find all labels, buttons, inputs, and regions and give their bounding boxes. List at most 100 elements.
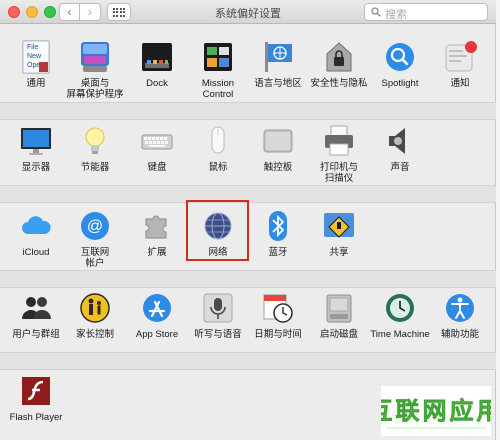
icloud-icon	[19, 209, 53, 243]
pref-extensions[interactable]: 扩展	[124, 209, 190, 258]
svg-text:New: New	[27, 53, 42, 60]
pref-label: 互联网 帐户	[80, 247, 110, 269]
pref-startup-disk[interactable]: 启动磁盘	[306, 291, 372, 340]
pref-app-store[interactable]: App Store	[124, 291, 190, 340]
flash-player-icon	[19, 374, 53, 408]
pref-label: Spotlight	[381, 78, 419, 89]
pref-language-region[interactable]: 语言与地区	[245, 40, 311, 89]
pref-label: iCloud	[22, 247, 50, 258]
pref-mission-control[interactable]: Mission Control	[185, 40, 251, 100]
time-machine-icon	[383, 291, 417, 325]
general-icon: File New Ope	[19, 40, 53, 74]
pref-label: 鼠标	[208, 162, 228, 173]
energy-saver-icon	[78, 124, 112, 158]
pref-accessibility[interactable]: 辅助功能	[427, 291, 493, 340]
pref-printers-scanners[interactable]: 打印机与 扫描仪	[306, 124, 372, 184]
watermark-title: 互联网应用	[381, 397, 491, 425]
background-strip	[496, 0, 500, 440]
pref-label: 听写与语音	[194, 329, 242, 340]
pref-dictation-speech[interactable]: 听写与语音	[185, 291, 251, 340]
pref-users-groups[interactable]: 用户与群组	[3, 291, 69, 340]
pref-label: 扩展	[147, 247, 167, 258]
search-placeholder: 搜索	[385, 9, 407, 21]
accessibility-icon	[443, 291, 477, 325]
pref-label: 日期与时间	[254, 329, 302, 340]
pref-label: 键盘	[147, 162, 167, 173]
pref-label: 触控板	[263, 162, 293, 173]
printers-scanners-icon	[322, 124, 356, 158]
pref-label: 用户与群组	[12, 329, 60, 340]
pref-sound[interactable]: 声音	[367, 124, 433, 173]
extensions-icon	[140, 209, 174, 243]
pref-label: 共享	[329, 247, 349, 258]
desktop-screensaver-icon	[78, 40, 112, 74]
pref-date-time[interactable]: 日期与时间	[245, 291, 311, 340]
pref-label: 显示器	[21, 162, 51, 173]
pref-displays[interactable]: 显示器	[3, 124, 69, 173]
pref-dock[interactable]: Dock	[124, 40, 190, 89]
section-separator	[0, 352, 496, 370]
trackpad-icon	[261, 124, 295, 158]
users-groups-icon	[19, 291, 53, 325]
pref-parental-controls[interactable]: 家长控制	[62, 291, 128, 340]
pref-label: 声音	[390, 162, 410, 173]
startup-disk-icon	[322, 291, 356, 325]
svg-text:Ope: Ope	[27, 62, 40, 69]
dock-icon	[140, 40, 174, 74]
pref-keyboard[interactable]: 键盘	[124, 124, 190, 173]
svg-text:@: @	[87, 218, 103, 235]
pref-spotlight[interactable]: Spotlight	[367, 40, 433, 89]
sound-icon	[383, 124, 417, 158]
watermark-logo-icon: 互联网应用	[368, 386, 500, 436]
pref-label: 节能器	[80, 162, 110, 173]
pref-time-machine[interactable]: Time Machine	[367, 291, 433, 340]
pref-label: 桌面与 屏幕保护程序	[66, 78, 124, 100]
bluetooth-icon	[261, 209, 295, 243]
search-icon	[371, 7, 381, 17]
section-separator	[0, 102, 496, 120]
search-field[interactable]: 搜索	[364, 3, 488, 21]
parental-controls-icon	[78, 291, 112, 325]
pref-trackpad[interactable]: 触控板	[245, 124, 311, 173]
pref-label: 家长控制	[75, 329, 114, 340]
keyboard-icon	[140, 124, 174, 158]
pref-internet-accounts[interactable]: @ 互联网 帐户	[62, 209, 128, 269]
pref-label: 辅助功能	[440, 329, 479, 340]
pref-label: 打印机与 扫描仪	[319, 162, 358, 184]
pref-label: 语言与地区	[254, 78, 302, 89]
mission-control-icon	[201, 40, 235, 74]
pref-label: App Store	[135, 329, 179, 340]
notifications-icon	[443, 40, 477, 74]
pref-notifications[interactable]: 通知	[427, 40, 493, 89]
pref-label: Time Machine	[370, 329, 430, 340]
security-privacy-icon	[322, 40, 356, 74]
pref-desktop-screensaver[interactable]: 桌面与 屏幕保护程序	[62, 40, 128, 100]
mouse-icon	[201, 124, 235, 158]
app-store-icon	[140, 291, 174, 325]
network-highlight-box	[186, 200, 249, 261]
pref-bluetooth[interactable]: 蓝牙	[245, 209, 311, 258]
system-preferences-window: ‹ › 系统偏好设置 搜索 File New Ope 通用 桌面与 屏幕保护程序…	[0, 0, 496, 440]
dictation-speech-icon	[201, 291, 235, 325]
displays-icon	[19, 124, 53, 158]
pref-label: 通用	[26, 78, 46, 89]
date-time-icon	[261, 291, 295, 325]
pref-general[interactable]: File New Ope 通用	[3, 40, 69, 89]
pref-sharing[interactable]: 共享	[306, 209, 372, 258]
pref-flash-player[interactable]: Flash Player	[3, 374, 69, 423]
pref-label: Mission Control	[201, 78, 235, 100]
pref-label: 启动磁盘	[319, 329, 358, 340]
sharing-icon	[322, 209, 356, 243]
internet-accounts-icon: @	[78, 209, 112, 243]
svg-text:File: File	[27, 44, 38, 51]
pref-security-privacy[interactable]: 安全性与隐私	[306, 40, 372, 89]
pref-label: Flash Player	[9, 412, 63, 423]
title-bar: ‹ › 系统偏好设置 搜索	[0, 0, 496, 24]
section-separator	[0, 270, 496, 288]
pref-energy-saver[interactable]: 节能器	[62, 124, 128, 173]
pref-label: 蓝牙	[268, 247, 288, 258]
pref-mouse[interactable]: 鼠标	[185, 124, 251, 173]
pref-icloud[interactable]: iCloud	[3, 209, 69, 258]
pref-label: 安全性与隐私	[310, 78, 368, 89]
pref-label: 通知	[450, 78, 470, 89]
